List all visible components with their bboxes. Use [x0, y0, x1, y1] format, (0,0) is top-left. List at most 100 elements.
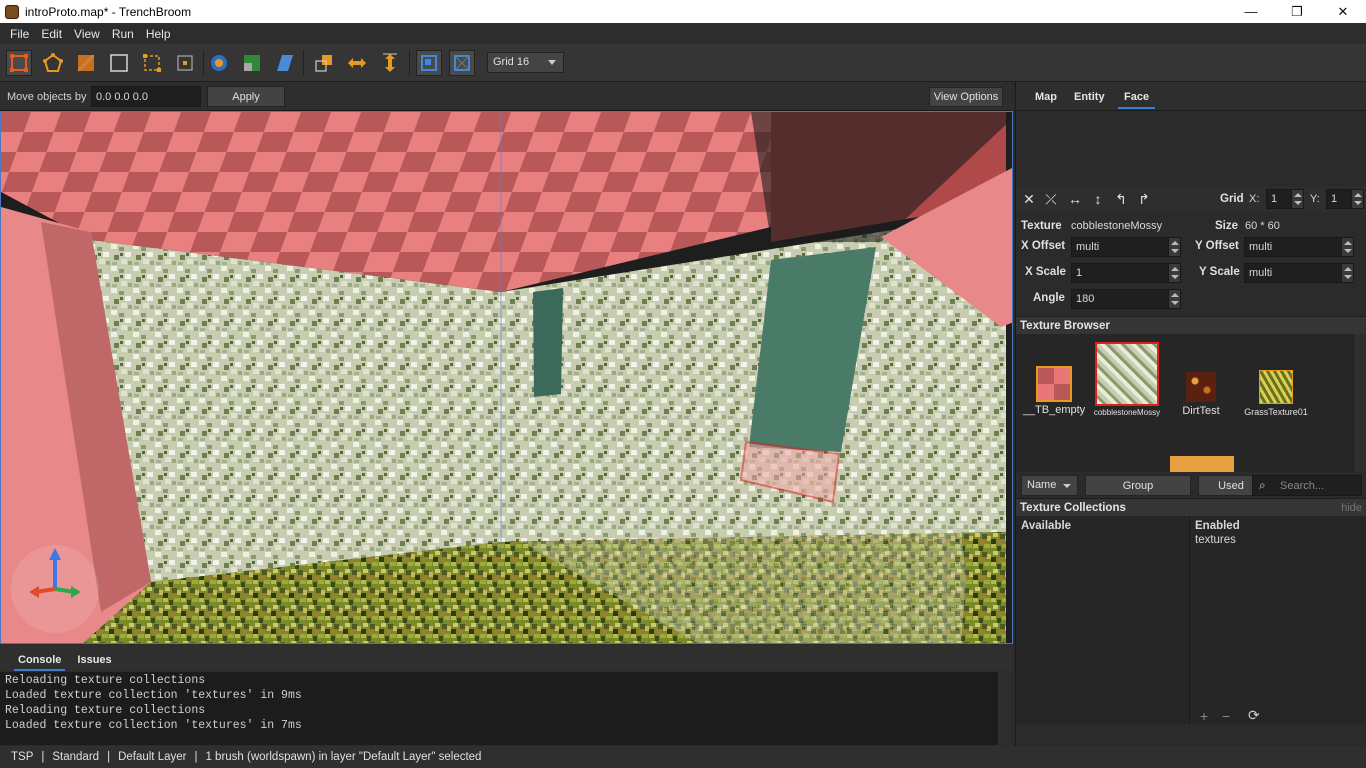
menu-run[interactable]: Run	[106, 27, 140, 41]
status-selection: 1 brush (worldspawn) in layer "Default L…	[205, 751, 482, 763]
search-placeholder: Search...	[1280, 480, 1325, 492]
grid-y-label: Y:	[1310, 193, 1320, 205]
enabled-label: Enabled	[1195, 520, 1240, 532]
console-line: Reloading texture collections	[5, 674, 206, 687]
window-title: introProto.map* - TrenchBroom	[25, 4, 192, 19]
flip-v-icon[interactable]: ↕	[1089, 190, 1107, 208]
rotate-ccw-icon[interactable]: ↰	[1112, 190, 1130, 208]
tab-issues[interactable]: Issues	[69, 654, 119, 671]
3d-viewport[interactable]	[0, 111, 1013, 644]
search-field[interactable]: ⌕ Search...	[1252, 475, 1362, 496]
rotate-cw-icon[interactable]: ↱	[1135, 190, 1153, 208]
texture-lock-icon[interactable]	[206, 50, 232, 76]
texture-item[interactable]: __TB_empty	[1021, 366, 1087, 416]
reset-texture-icon[interactable]: ✕	[1020, 190, 1038, 208]
add-collection-button[interactable]: +	[1200, 708, 1208, 724]
grid-x-label: X:	[1249, 193, 1260, 205]
tab-map[interactable]: Map	[1035, 91, 1057, 103]
uv-lock-icon[interactable]	[239, 50, 265, 76]
grid-y-input[interactable]: 1	[1326, 189, 1364, 209]
shear-icon[interactable]	[272, 50, 298, 76]
flip-vertical-icon[interactable]	[377, 50, 403, 76]
inspector-tabs: Map Entity Face	[1016, 82, 1366, 111]
list-item[interactable]: textures	[1191, 534, 1366, 546]
main-toolbar	[0, 44, 1366, 82]
texture-item[interactable]: DirtTest	[1173, 372, 1229, 417]
console-panel: Console Issues Reloading texture collect…	[0, 645, 1013, 745]
remove-collection-button[interactable]: −	[1222, 708, 1230, 724]
inspector-panel: Map Entity Face ✕ ⤫ ↔ ↕ ↰ ↱ Grid X: 1 Y:…	[1015, 82, 1366, 746]
angle-input[interactable]: 180	[1071, 289, 1181, 309]
texture-thumb	[1186, 372, 1216, 402]
texture-thumb	[1036, 366, 1072, 402]
flip-u-icon[interactable]: ↔	[1066, 190, 1084, 208]
edge-tool-icon[interactable]	[73, 50, 99, 76]
texture-thumb[interactable]	[1170, 456, 1234, 472]
minimize-button[interactable]: —	[1228, 0, 1274, 23]
apply-button[interactable]: Apply	[207, 86, 285, 107]
selection-tool-icon[interactable]	[6, 50, 32, 76]
sort-select[interactable]: Name	[1021, 475, 1078, 496]
close-button[interactable]: ✕	[1320, 0, 1366, 23]
flip-horizontal-icon[interactable]	[344, 50, 370, 76]
face-tool-icon[interactable]	[106, 50, 132, 76]
texture-item-selected[interactable]: cobblestoneMossy	[1091, 342, 1163, 417]
available-label: Available	[1021, 520, 1072, 532]
texture-name: __TB_empty	[1022, 404, 1086, 416]
enabled-collections[interactable]: Enabled textures	[1191, 516, 1366, 724]
snap-to-grid-icon[interactable]	[416, 50, 442, 76]
title-bar: introProto.map* - TrenchBroom — ❐ ✕	[0, 0, 1366, 23]
app-icon	[5, 4, 19, 19]
texture-item[interactable]: GrassTexture01	[1238, 370, 1314, 417]
menu-bar: File Edit View Run Help	[0, 23, 1366, 44]
menu-file[interactable]: File	[4, 27, 35, 41]
y-offset-input[interactable]: multi	[1244, 237, 1354, 257]
reset-texture-to-world-icon[interactable]: ⤫	[1042, 190, 1060, 208]
maximize-button[interactable]: ❐	[1274, 0, 1320, 23]
duplicate-icon[interactable]	[311, 50, 337, 76]
tab-console[interactable]: Console	[10, 654, 69, 671]
y-scale-input[interactable]: multi	[1244, 263, 1354, 283]
x-scale-input[interactable]: 1	[1071, 263, 1181, 283]
face-toolbar: ✕ ⤫ ↔ ↕ ↰ ↱ Grid X: 1 Y: 1	[1016, 186, 1366, 212]
texture-browser-header: Texture Browser	[1016, 316, 1366, 336]
console-line: Loaded texture collection 'textures' in …	[5, 689, 302, 702]
menu-edit[interactable]: Edit	[35, 27, 68, 41]
vertex-tool-icon[interactable]	[40, 50, 66, 76]
group-button[interactable]: Group	[1085, 475, 1191, 496]
rotate-origin-icon[interactable]	[172, 50, 198, 76]
console-scrollbar[interactable]	[997, 672, 1012, 745]
show-grid-icon[interactable]	[449, 50, 475, 76]
y-offset-value: multi	[1249, 241, 1273, 253]
status-engine: Standard	[52, 751, 100, 763]
console-line: Loaded texture collection 'textures' in …	[5, 719, 302, 732]
status-sep: |	[107, 751, 111, 763]
menu-view[interactable]: View	[68, 27, 106, 41]
clip-tool-icon[interactable]	[139, 50, 165, 76]
texture-browser-scrollbar[interactable]	[1353, 334, 1366, 472]
y-offset-label: Y Offset	[1195, 240, 1239, 252]
move-objects-input[interactable]: 0.0 0.0 0.0	[91, 86, 201, 107]
reload-icon[interactable]: ⟳	[1248, 707, 1260, 724]
chevron-down-icon	[1063, 484, 1071, 488]
x-offset-value: multi	[1076, 241, 1100, 253]
tab-entity[interactable]: Entity	[1074, 91, 1105, 103]
view-options-button[interactable]: View Options	[929, 87, 1003, 107]
console-line: Reloading texture collections	[5, 704, 206, 717]
x-offset-input[interactable]: multi	[1071, 237, 1181, 257]
menu-help[interactable]: Help	[140, 27, 177, 41]
sort-select-value: Name	[1027, 479, 1057, 491]
grid-x-input[interactable]: 1	[1266, 189, 1304, 209]
grid-size-select[interactable]: Grid 16	[487, 52, 564, 73]
texture-name: GrassTexture01	[1244, 407, 1308, 417]
status-sep: |	[41, 751, 45, 763]
texture-collections-header: Texture Collections hide	[1016, 498, 1366, 518]
console-output: Reloading texture collections Loaded tex…	[0, 672, 997, 745]
available-collections[interactable]: Available	[1016, 516, 1190, 724]
tab-face[interactable]: Face	[1117, 91, 1156, 109]
texture-browser[interactable]: __TB_empty cobblestoneMossy DirtTest Gra…	[1016, 334, 1366, 472]
hide-link[interactable]: hide	[1341, 502, 1362, 514]
texture-thumb	[1095, 342, 1159, 406]
y-scale-value: multi	[1249, 267, 1273, 279]
y-scale-label: Y Scale	[1199, 266, 1240, 278]
